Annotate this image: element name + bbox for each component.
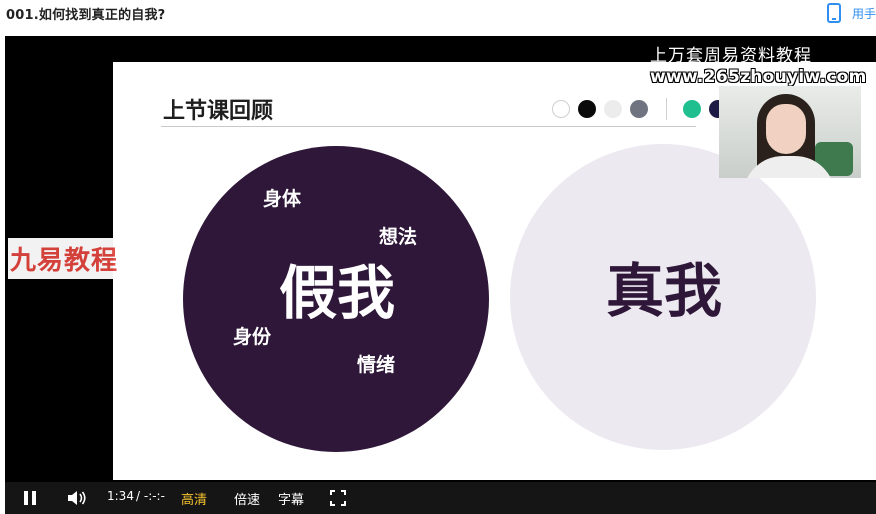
false-self-title: 假我: [279, 259, 396, 327]
word-identity: 身份: [233, 326, 272, 348]
dot-separator: [666, 98, 667, 120]
time-total: / -:-:-: [136, 489, 165, 503]
slide-dot: [578, 100, 596, 118]
time-current: 1:34: [107, 489, 134, 503]
subtitle-button[interactable]: 字幕: [278, 489, 304, 508]
pause-icon[interactable]: [23, 491, 37, 505]
video-player[interactable]: 上节课回顾 身体 想法 假我 身份 情绪 真我 九易教程 上万套周易资料教程 w…: [5, 36, 876, 514]
logo-badge: 九易教程: [8, 238, 121, 279]
heading-divider: [161, 126, 696, 127]
presenter-face: [766, 104, 806, 154]
word-body: 身体: [263, 188, 302, 210]
slide-dot: [683, 100, 701, 118]
player-controls: 1:34 / -:-:- 高清 倍速 字幕: [5, 482, 876, 514]
phone-icon[interactable]: [827, 3, 841, 23]
true-self-title: 真我: [606, 257, 723, 325]
word-emotion: 情绪: [357, 354, 396, 376]
watermark-text: 上万套周易资料教程: [650, 46, 812, 66]
word-thought: 想法: [379, 226, 418, 248]
slide-dot: [604, 100, 622, 118]
watermark-url: www.265zhouyiw.com: [650, 67, 867, 87]
false-self-circle: 身体 想法 假我 身份 情绪: [183, 146, 489, 452]
quality-button[interactable]: 高清: [181, 489, 207, 508]
slide-dot: [630, 100, 648, 118]
speed-button[interactable]: 倍速: [234, 489, 260, 508]
title-bar: 001.如何找到真正的自我? 用手: [0, 0, 876, 36]
slide-heading: 上节课回顾: [163, 99, 274, 124]
fullscreen-icon[interactable]: [330, 490, 346, 506]
true-self-circle: 真我: [510, 144, 816, 450]
mobile-link[interactable]: 用手: [852, 5, 876, 22]
slide-dot: [552, 100, 570, 118]
page-title: 001.如何找到真正的自我?: [6, 8, 166, 23]
presenter-video: [719, 86, 861, 178]
volume-icon[interactable]: [67, 490, 87, 506]
